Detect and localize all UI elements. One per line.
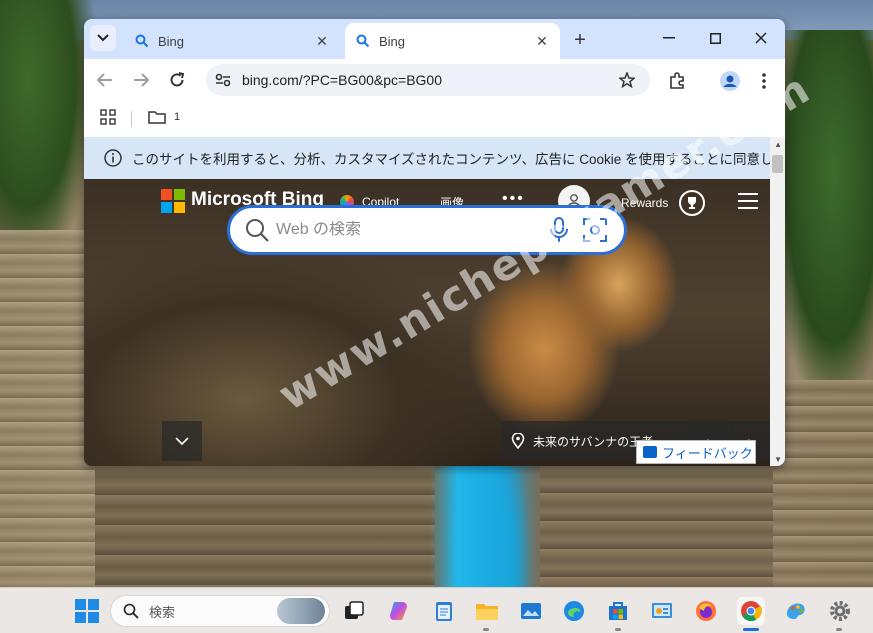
feedback-icon [643, 446, 657, 458]
minimize-icon[interactable] [654, 25, 684, 51]
bookmark-folder-label: 1 [174, 111, 181, 123]
reload-icon[interactable] [164, 67, 190, 93]
folder-icon [148, 111, 166, 124]
chevron-down-icon [175, 437, 189, 445]
wallpaper-trees-left [0, 0, 95, 260]
close-window-icon[interactable] [746, 25, 776, 51]
wallpaper-rock-left [0, 230, 95, 587]
wallpaper-water [430, 465, 540, 587]
photos-icon[interactable] [517, 597, 545, 625]
wallpaper-rock-mid2 [540, 465, 773, 587]
apps-grid-icon[interactable] [100, 109, 118, 127]
info-icon [104, 149, 122, 167]
page-scrollbar[interactable]: ▲ ▼ [770, 137, 785, 466]
tab-title: Bing [158, 33, 185, 49]
task-view-icon[interactable] [340, 597, 368, 625]
search-favicon-icon [355, 33, 371, 49]
search-icon [123, 603, 139, 619]
scroll-down-button[interactable] [162, 421, 202, 461]
hamburger-menu-icon[interactable] [738, 193, 758, 209]
notepad-icon[interactable] [430, 597, 458, 625]
tab-bing-1[interactable]: Bing ✕ [124, 23, 340, 59]
bookmark-star-icon[interactable] [616, 69, 638, 91]
trophy-icon[interactable] [679, 190, 705, 216]
edge-icon[interactable] [560, 597, 588, 625]
feedback-button[interactable]: フィードバック [636, 440, 756, 464]
scroll-up-arrow-icon[interactable]: ▲ [774, 140, 782, 149]
extensions-icon[interactable] [665, 69, 689, 93]
scroll-down-arrow-icon[interactable]: ▼ [774, 455, 782, 464]
wallpaper-rock-mid [95, 465, 435, 587]
firefox-icon[interactable] [692, 597, 720, 625]
file-explorer-icon[interactable] [473, 597, 501, 625]
running-indicator [615, 628, 621, 631]
tab-close-icon[interactable]: ✕ [312, 31, 332, 51]
tab-search-button[interactable] [90, 25, 116, 51]
bookmarks-divider [131, 111, 132, 127]
settings-gear-icon[interactable] [826, 597, 854, 625]
taskbar: 検索 [0, 587, 873, 633]
copilot-icon[interactable] [385, 597, 413, 625]
address-url: bing.com/?PC=BG00&pc=BG00 [242, 72, 443, 88]
tab-title: Bing [379, 33, 406, 49]
browser-toolbar: bing.com/?PC=BG00&pc=BG00 [84, 59, 785, 101]
maximize-icon[interactable] [700, 25, 730, 51]
tab-strip: Bing ✕ Bing ✕ + [84, 19, 785, 59]
running-indicator [836, 628, 842, 631]
forward-arrow-icon[interactable] [128, 67, 154, 93]
search-icon [246, 219, 269, 242]
search-highlight-thumbnail [277, 598, 325, 624]
taskbar-search-label: 検索 [149, 604, 176, 620]
active-app-indicator [743, 628, 759, 631]
bookmark-folder[interactable]: 1 [148, 110, 180, 124]
address-bar[interactable]: bing.com/?PC=BG00&pc=BG00 [206, 64, 650, 96]
tab-close-icon[interactable]: ✕ [532, 31, 552, 51]
running-indicator [483, 628, 489, 631]
paint-icon[interactable] [782, 597, 810, 625]
control-panel-icon[interactable] [648, 597, 676, 625]
scrollbar-thumb[interactable] [772, 155, 783, 173]
search-favicon-icon [134, 33, 150, 49]
location-pin-icon [511, 433, 525, 449]
site-settings-icon[interactable] [214, 71, 232, 89]
new-tab-icon[interactable]: + [568, 28, 592, 52]
start-button-windows-icon[interactable] [75, 599, 99, 623]
profile-avatar-icon[interactable] [718, 69, 742, 93]
microsoft-logo-icon[interactable] [161, 189, 185, 213]
chevron-down-icon [97, 34, 109, 42]
taskbar-search[interactable]: 検索 [110, 595, 330, 627]
back-arrow-icon[interactable] [92, 67, 118, 93]
feedback-label: フィードバック [662, 445, 753, 461]
wallpaper-rock-right [773, 380, 873, 587]
browser-window: Bing ✕ Bing ✕ + bing.com/?PC=BG00&pc=BG0… [84, 19, 785, 466]
chrome-icon[interactable] [737, 597, 765, 625]
store-icon[interactable] [604, 597, 632, 625]
tab-bing-2[interactable]: Bing ✕ [345, 23, 560, 59]
